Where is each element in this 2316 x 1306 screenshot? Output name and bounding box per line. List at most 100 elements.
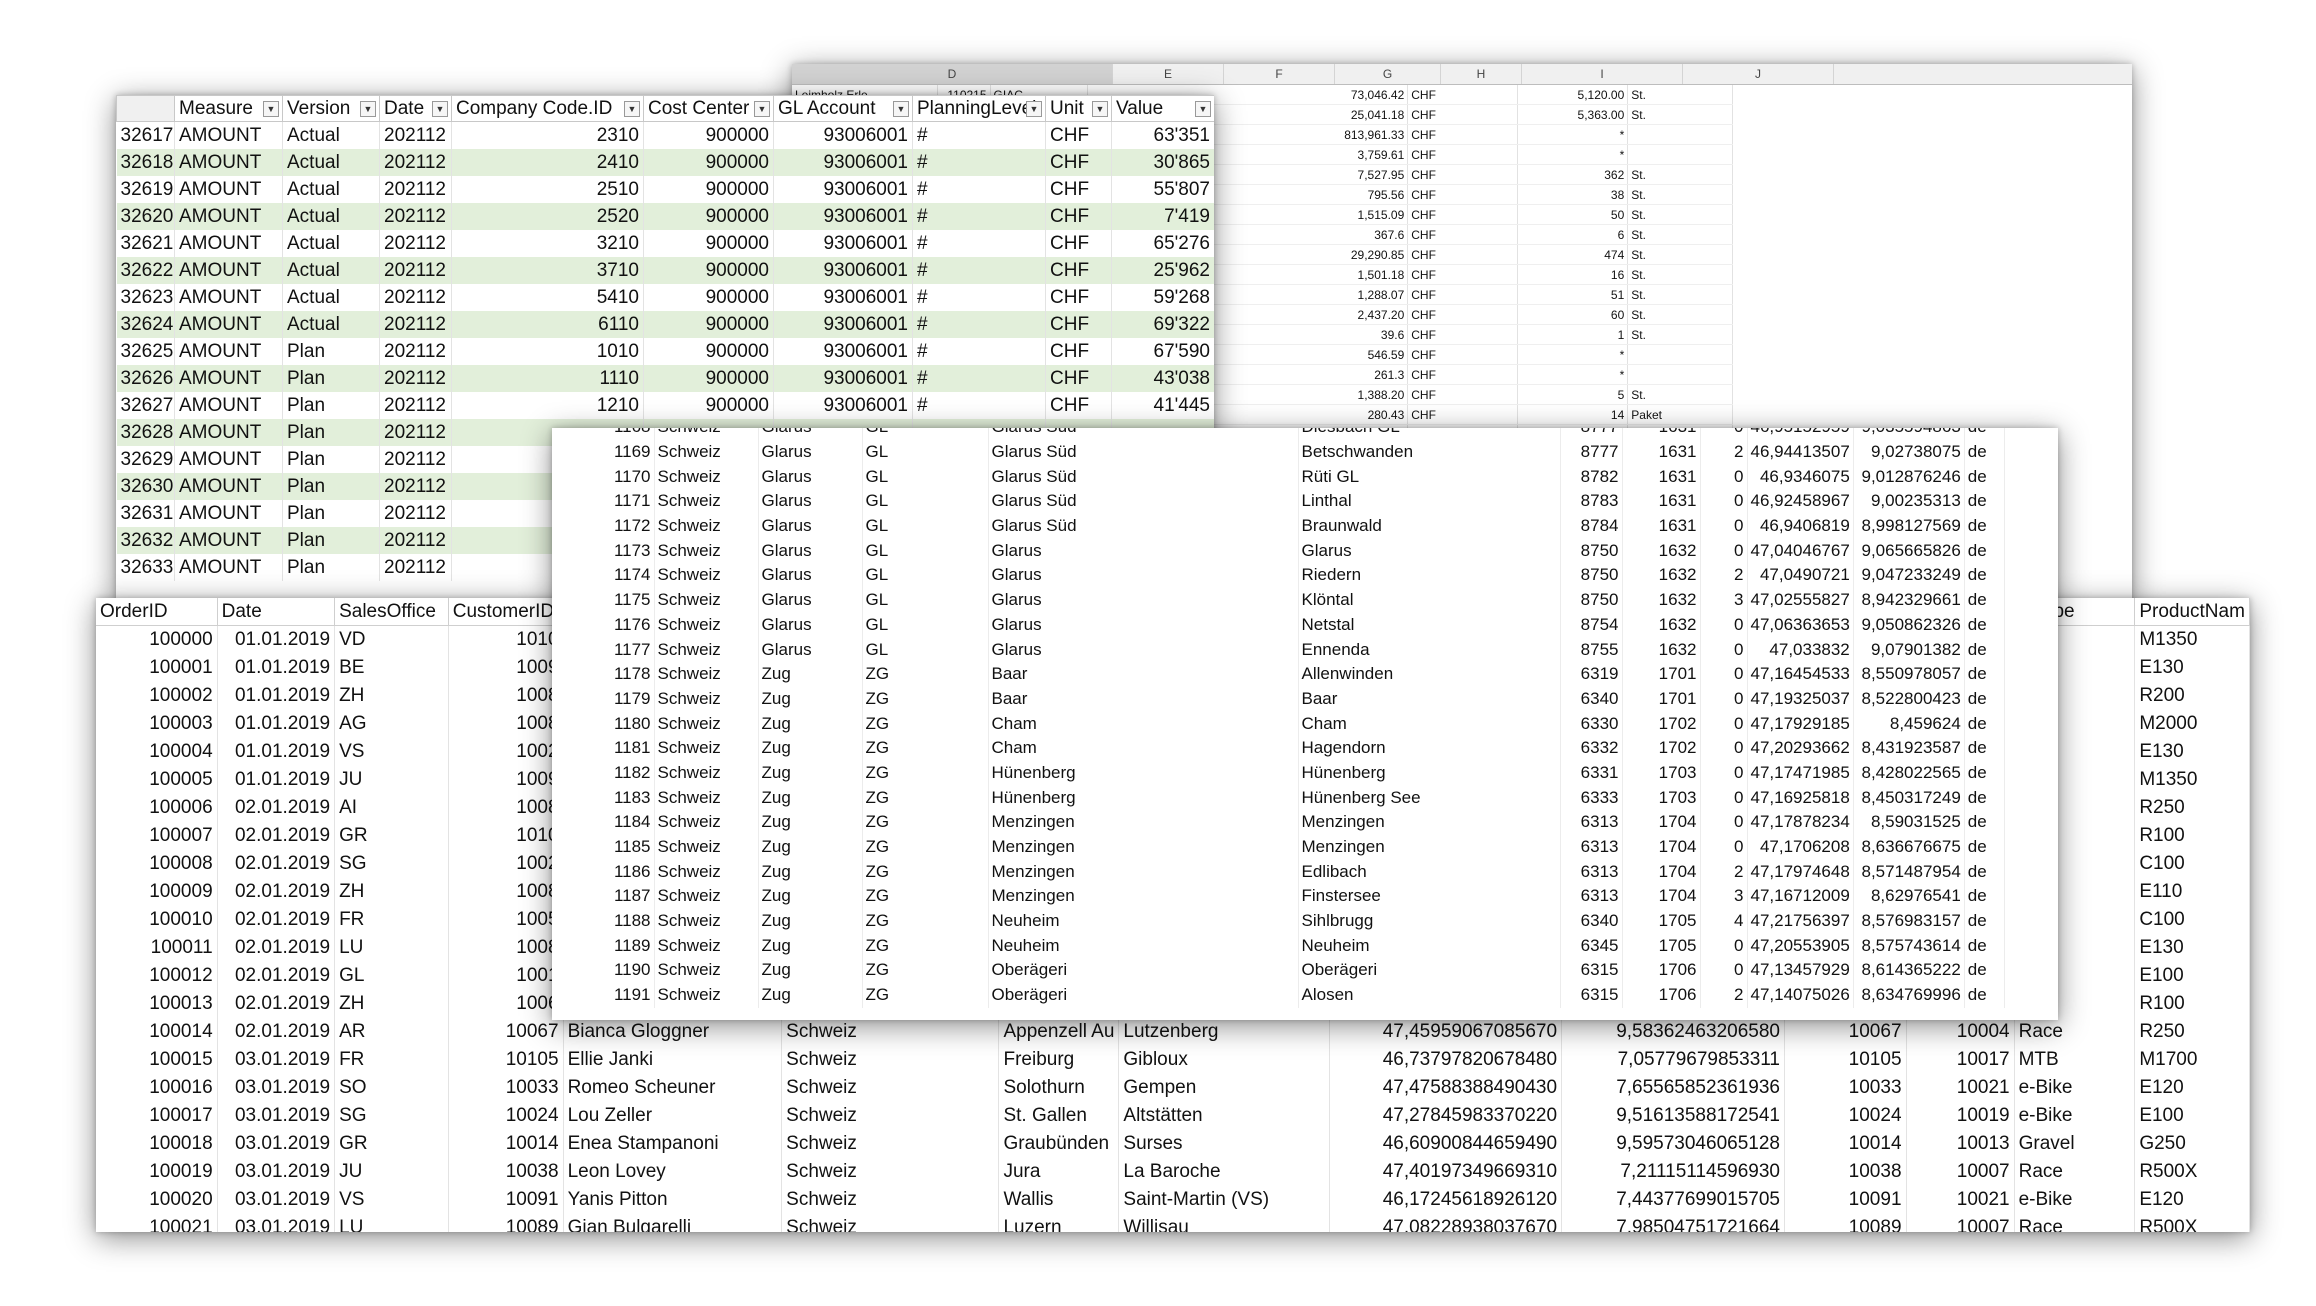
table-cell[interactable]: Schweiz (654, 958, 759, 983)
table-cell[interactable]: 7,44377699015705 (1561, 1186, 1785, 1214)
table-cell[interactable]: 32619 (116, 176, 175, 203)
table-cell[interactable]: 38 (1517, 184, 1629, 205)
table-cell[interactable]: Plan (282, 473, 380, 500)
table-cell[interactable]: 8,614365222 (1853, 958, 1965, 983)
table-cell[interactable]: St. (1627, 264, 1734, 285)
table-cell[interactable]: R250 (2134, 1018, 2250, 1046)
table-cell[interactable]: 0 (1700, 489, 1748, 514)
table-cell[interactable]: Glarus Süd (988, 428, 1299, 440)
table-cell[interactable]: 32633 (116, 554, 175, 581)
table-cell[interactable]: E130 (2134, 934, 2250, 962)
table-cell[interactable]: 6315 (1560, 958, 1623, 983)
table-cell[interactable]: 1632 (1622, 538, 1701, 564)
table-cell[interactable]: CHF (1407, 384, 1519, 405)
table-cell[interactable]: 10067 (1784, 1018, 1907, 1046)
table-cell[interactable]: Zug (758, 834, 863, 860)
table-cell[interactable]: Wallis (998, 1186, 1120, 1214)
table-cell[interactable]: Schweiz (654, 785, 759, 810)
table-cell[interactable]: AMOUNT (174, 149, 283, 176)
table-cell[interactable]: 1171 (552, 489, 655, 514)
table-cell[interactable]: 6345 (1560, 933, 1623, 959)
column-header[interactable]: Version ▼ (282, 95, 380, 122)
table-cell[interactable]: ZG (862, 760, 989, 786)
table-cell[interactable]: 9,00235313 (1853, 489, 1965, 514)
table-cell[interactable]: GR (334, 822, 449, 850)
table-cell[interactable]: CHF (1407, 264, 1519, 285)
table-cell[interactable]: Plan (282, 419, 380, 446)
table-cell[interactable]: 10013 (1906, 1130, 2015, 1158)
table-cell[interactable]: 03.01.2019 (217, 1046, 336, 1074)
table-cell[interactable]: 100018 (96, 1130, 218, 1158)
table-cell[interactable]: Enea Stampanoni (563, 1130, 783, 1158)
table-cell[interactable]: ZG (862, 834, 989, 860)
table-cell[interactable]: CHF (1045, 121, 1112, 149)
table-cell[interactable]: Neuheim (1298, 933, 1561, 959)
table-cell[interactable]: de (1964, 785, 2005, 810)
table-cell[interactable]: E130 (2134, 654, 2250, 682)
column-header[interactable]: CustomerID (448, 598, 564, 626)
table-cell[interactable]: St. (1627, 204, 1734, 225)
table-cell[interactable]: 47,20553905 (1747, 933, 1854, 959)
table-cell[interactable]: de (1964, 587, 2005, 613)
table-cell[interactable]: 93006001 (773, 149, 913, 176)
table-cell[interactable]: 1701 (1622, 661, 1701, 687)
table-cell[interactable]: St. (1627, 104, 1734, 125)
table-cell[interactable]: 10017 (1906, 1046, 2015, 1074)
table-cell[interactable]: 8,450317249 (1853, 785, 1965, 810)
table-cell[interactable]: CHF (1407, 324, 1519, 345)
table-cell[interactable]: Solothurn (998, 1074, 1120, 1102)
table-cell[interactable]: ZG (862, 958, 989, 983)
table-cell[interactable]: Zug (758, 908, 863, 934)
table-cell[interactable]: CHF (1045, 230, 1112, 257)
table-cell[interactable]: 1173 (552, 538, 655, 564)
table-cell[interactable]: 2 (1700, 563, 1748, 588)
table-cell[interactable]: Actual (282, 230, 380, 257)
table-cell[interactable] (1627, 344, 1734, 365)
table-cell[interactable]: # (912, 121, 1046, 149)
table-cell[interactable]: # (912, 149, 1046, 176)
table-cell[interactable]: de (1964, 834, 2005, 860)
table-cell[interactable]: 6313 (1560, 810, 1623, 835)
table-cell[interactable]: 02.01.2019 (217, 850, 336, 878)
table-cell[interactable]: de (1964, 908, 2005, 934)
table-cell[interactable]: 1210 (451, 392, 644, 419)
table-cell[interactable]: Alosen (1298, 982, 1561, 1008)
table-cell[interactable]: 6340 (1560, 908, 1623, 934)
table-cell[interactable]: Neuheim (988, 908, 1299, 934)
table-cell[interactable]: 100016 (96, 1074, 218, 1102)
table-cell[interactable]: Schweiz (654, 982, 759, 1008)
table-cell[interactable]: 100000 (96, 625, 218, 654)
table-cell[interactable]: AMOUNT (174, 311, 283, 338)
table-cell[interactable]: de (1964, 513, 2005, 539)
table-cell[interactable]: 32632 (116, 527, 175, 554)
table-cell[interactable]: 46,92458967 (1747, 489, 1854, 514)
table-cell[interactable]: CHF (1045, 176, 1112, 203)
table-cell[interactable]: Edlibach (1298, 859, 1561, 885)
table-cell[interactable]: 02.01.2019 (217, 822, 336, 850)
table-cell[interactable]: Glarus Süd (988, 513, 1299, 539)
table-cell[interactable]: 10038 (1784, 1158, 1907, 1186)
table-cell[interactable]: R500X (2134, 1158, 2250, 1186)
table-cell[interactable]: 202112 (379, 392, 452, 419)
column-header[interactable]: D (792, 64, 1113, 84)
table-cell[interactable]: 01.01.2019 (217, 710, 336, 738)
table-cell[interactable]: 8750 (1560, 587, 1623, 613)
table-cell[interactable]: 100003 (96, 710, 218, 738)
table-cell[interactable]: * (1517, 344, 1629, 365)
table-cell[interactable]: 47,21756397 (1747, 908, 1854, 934)
column-header[interactable]: ProductNam (2134, 598, 2250, 626)
table-cell[interactable]: 41'445 (1111, 392, 1214, 419)
table-cell[interactable]: 10007 (1906, 1158, 2015, 1186)
table-cell[interactable]: St. (1627, 384, 1734, 405)
table-cell[interactable]: 9,047233249 (1853, 563, 1965, 588)
table-cell[interactable]: 32622 (116, 257, 175, 284)
table-cell[interactable]: 1008 (448, 878, 564, 906)
table-cell[interactable]: 9,58362463206580 (1561, 1018, 1785, 1046)
table-cell[interactable]: 8,428022565 (1853, 760, 1965, 786)
table-cell[interactable]: 100007 (96, 822, 218, 850)
table-cell[interactable]: 1008 (448, 710, 564, 738)
table-cell[interactable]: e-Bike (2014, 1074, 2136, 1102)
table-cell[interactable]: 8777 (1560, 439, 1623, 465)
table-cell[interactable]: Freiburg (998, 1046, 1120, 1074)
table-cell[interactable]: Menzingen (988, 884, 1299, 909)
